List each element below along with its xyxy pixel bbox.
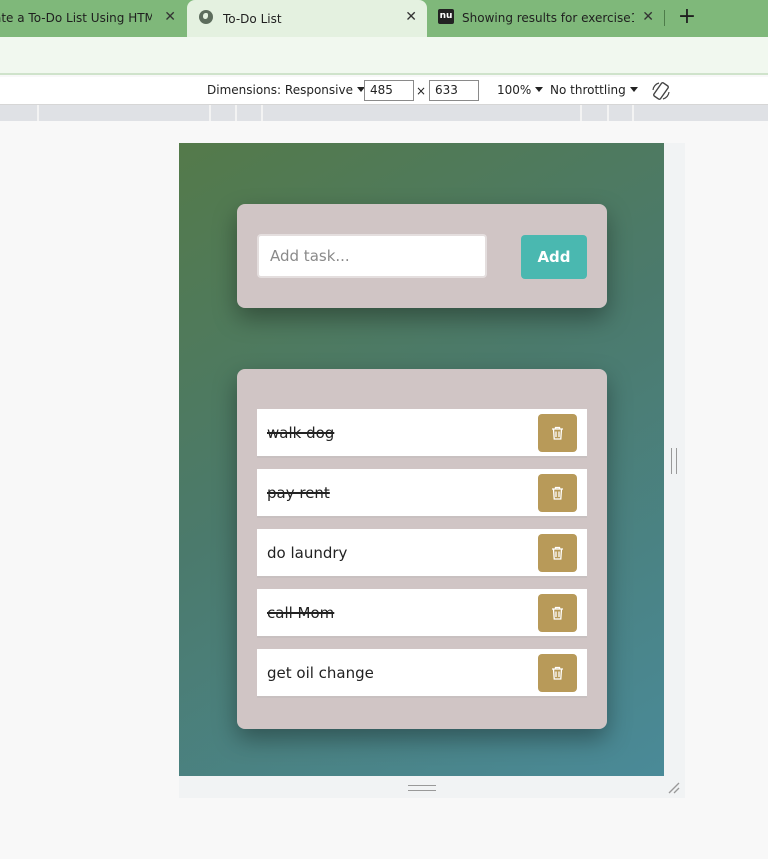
rotate-icon[interactable]: [651, 81, 671, 101]
close-tab-icon[interactable]: ✕: [164, 9, 176, 25]
resize-handle-bottom[interactable]: [408, 785, 436, 791]
todo-list: walk dog pay rent do laundry call Mom ge…: [237, 369, 607, 729]
list-item[interactable]: walk dog: [257, 409, 587, 458]
close-tab-icon[interactable]: ✕: [642, 9, 654, 25]
tab-title: ate a To-Do List Using HTML,: [0, 10, 152, 25]
zoom-dropdown[interactable]: 100%: [497, 83, 544, 97]
address-bar[interactable]: [0, 37, 768, 75]
delete-button[interactable]: [538, 594, 577, 632]
todo-text[interactable]: walk dog: [267, 424, 334, 442]
resize-corner-icon[interactable]: [666, 780, 680, 794]
page-viewport: Add walk dog pay rent do laundry call Mo…: [179, 143, 664, 776]
trash-icon: [552, 666, 563, 680]
delete-button[interactable]: [538, 414, 577, 452]
width-input[interactable]: 485: [364, 80, 414, 101]
media-query-ruler: [0, 105, 768, 121]
delete-button[interactable]: [538, 654, 577, 692]
list-item[interactable]: pay rent: [257, 469, 587, 518]
add-task-card: Add: [237, 204, 607, 308]
trash-icon: [552, 606, 563, 620]
chevron-down-icon: [535, 87, 544, 92]
throttling-label: No throttling: [550, 83, 626, 97]
times-sign: ×: [416, 84, 427, 98]
trash-icon: [552, 426, 563, 440]
todo-text[interactable]: call Mom: [267, 604, 334, 622]
device-toolbar: Dimensions: Responsive 485 × 633 100% No…: [0, 77, 768, 105]
throttling-dropdown[interactable]: No throttling: [550, 83, 638, 97]
tab-search-results[interactable]: nu Showing results for exercise1.htm ✕: [428, 0, 664, 35]
tab-todo-tutorial[interactable]: ate a To-Do List Using HTML, ✕: [0, 0, 186, 35]
new-tab-button[interactable]: +: [676, 4, 698, 30]
delete-button[interactable]: [538, 534, 577, 572]
dimensions-label: Dimensions: Responsive: [207, 83, 353, 97]
site-logo-icon: nu: [438, 9, 454, 24]
trash-icon: [552, 546, 563, 560]
height-input[interactable]: 633: [429, 80, 479, 101]
chevron-down-icon: [629, 87, 638, 92]
tab-strip: ate a To-Do List Using HTML, ✕ To-Do Lis…: [0, 0, 768, 37]
tab-title: To-Do List: [223, 11, 282, 26]
zoom-label: 100%: [497, 83, 532, 97]
add-button[interactable]: Add: [521, 235, 587, 279]
globe-icon: [199, 10, 213, 24]
task-input[interactable]: [257, 234, 487, 278]
list-item[interactable]: get oil change: [257, 649, 587, 698]
list-item[interactable]: do laundry: [257, 529, 587, 578]
delete-button[interactable]: [538, 474, 577, 512]
trash-icon: [552, 486, 563, 500]
tab-separator: [664, 10, 665, 26]
resize-handle-side[interactable]: [671, 448, 677, 474]
dimensions-dropdown[interactable]: Dimensions: Responsive: [207, 83, 365, 97]
tab-title: Showing results for exercise1.htm: [462, 10, 634, 25]
close-tab-icon[interactable]: ✕: [405, 9, 417, 25]
todo-text[interactable]: pay rent: [267, 484, 330, 502]
tab-todo-list[interactable]: To-Do List ✕: [187, 0, 427, 37]
list-item[interactable]: call Mom: [257, 589, 587, 638]
todo-text[interactable]: get oil change: [267, 664, 374, 682]
todo-text[interactable]: do laundry: [267, 544, 347, 562]
